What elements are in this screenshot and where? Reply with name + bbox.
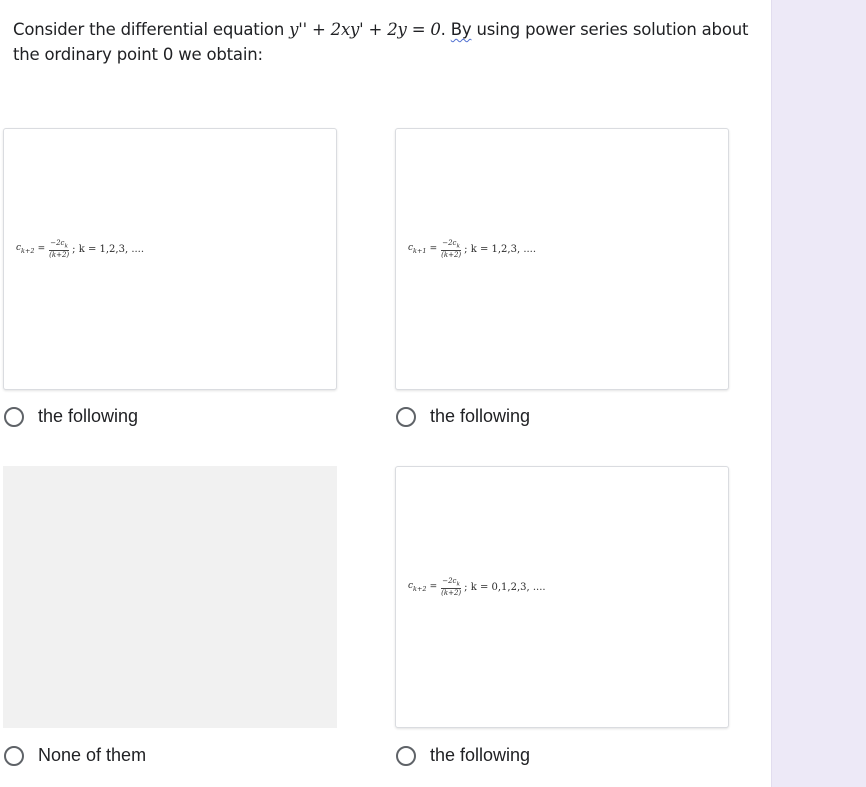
option-1-label: the following [38, 406, 139, 426]
option-1[interactable]: the following [4, 406, 138, 427]
option-4-label: the following [430, 745, 531, 765]
option-3-label: None of them [38, 745, 147, 765]
option-2[interactable]: the following [396, 406, 530, 427]
question-text-after: . [440, 20, 451, 39]
option-2-radio[interactable] [396, 406, 416, 427]
option-2-label: the following [430, 406, 531, 426]
question-spellcheck-word: By [450, 20, 472, 39]
option-4-image-card[interactable]: ck+2 = −2ck (k+2) ; k = 0,1,2,3, .... [395, 466, 729, 728]
option-4[interactable]: the following [396, 745, 530, 766]
option-3-image-placeholder [3, 466, 337, 728]
option-4-formula: ck+2 = −2ck (k+2) ; k = 0,1,2,3, .... [408, 577, 546, 598]
question-text-before: Consider the differential equation [13, 20, 290, 39]
option-4-radio[interactable] [396, 745, 416, 766]
option-2-image-card[interactable]: ck+1 = −2ck (k+2) ; k = 1,2,3, .... [395, 128, 729, 390]
quiz-content: Consider the differential equation y'' +… [0, 0, 771, 787]
option-2-formula: ck+1 = −2ck (k+2) ; k = 1,2,3, .... [408, 239, 537, 260]
question-equation: y'' + 2xy' + 2y = 0 [289, 20, 441, 39]
option-1-radio[interactable] [4, 406, 24, 427]
side-panel [771, 0, 866, 787]
question-text: Consider the differential equation y'' +… [13, 17, 753, 67]
option-1-formula: ck+2 = −2ck (k+2) ; k = 1,2,3, .... [16, 239, 145, 260]
option-3-radio[interactable] [4, 745, 24, 766]
option-3[interactable]: None of them [4, 745, 146, 766]
option-1-image-card[interactable]: ck+2 = −2ck (k+2) ; k = 1,2,3, .... [3, 128, 337, 390]
